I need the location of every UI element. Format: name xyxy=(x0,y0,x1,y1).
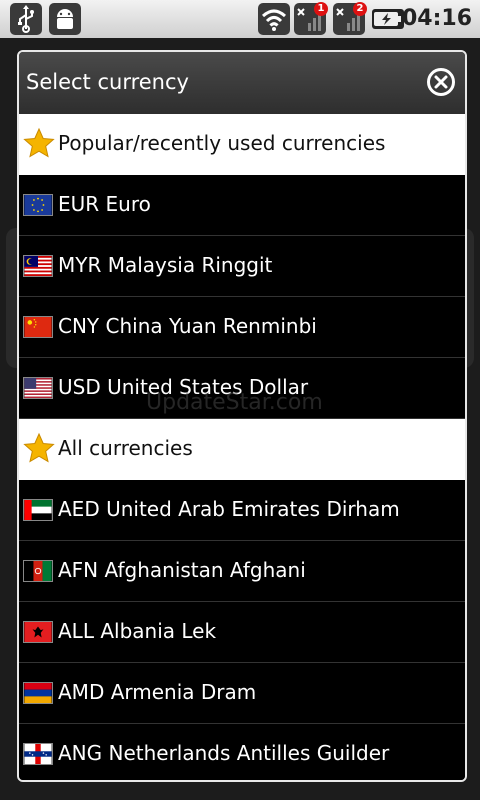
list-item-usd[interactable]: USD United States Dollar xyxy=(19,358,465,419)
signal-badge: 1 xyxy=(314,2,328,16)
armenia-flag-icon xyxy=(23,682,53,704)
currency-label: ALL Albania Lek xyxy=(58,619,217,643)
close-button[interactable] xyxy=(427,68,455,96)
currency-label: AMD Armenia Dram xyxy=(58,680,257,704)
eu-flag-icon xyxy=(23,194,53,216)
signal-badge: 2 xyxy=(353,2,367,16)
section-header-all: All currencies xyxy=(19,419,465,480)
signal-icon: 2 xyxy=(333,2,367,35)
currency-label: USD United States Dollar xyxy=(58,375,309,399)
currency-label: AED United Arab Emirates Dirham xyxy=(58,497,400,521)
battery-charging-icon xyxy=(372,9,404,29)
signal-icon: 1 xyxy=(294,2,328,35)
dialog-title: Select currency xyxy=(26,70,189,94)
close-icon xyxy=(434,75,448,89)
currency-list[interactable]: Popular/recently used currencies EUR Eur… xyxy=(19,114,465,780)
section-header-popular: Popular/recently used currencies xyxy=(19,114,465,175)
netherlands-antilles-flag-icon xyxy=(23,743,53,765)
star-icon xyxy=(23,127,55,158)
dialog-header: Select currency xyxy=(19,52,465,114)
currency-label: CNY China Yuan Renminbi xyxy=(58,314,317,338)
uae-flag-icon xyxy=(23,499,53,521)
currency-label: ANG Netherlands Antilles Guilder xyxy=(58,741,390,765)
usa-flag-icon xyxy=(23,377,53,399)
wifi-icon xyxy=(258,3,290,35)
status-bar: 1 2 04:16 xyxy=(0,0,480,38)
malaysia-flag-icon xyxy=(23,255,53,277)
currency-dialog: Select currency Popular/recently used cu… xyxy=(17,50,467,782)
section-label: All currencies xyxy=(58,436,193,460)
status-time: 04:16 xyxy=(401,6,472,31)
list-item-ang[interactable]: ANG Netherlands Antilles Guilder xyxy=(19,724,465,780)
list-item-cny[interactable]: CNY China Yuan Renminbi xyxy=(19,297,465,358)
android-debug-icon xyxy=(49,3,81,35)
currency-label: EUR Euro xyxy=(58,192,151,216)
list-item-all[interactable]: ALL Albania Lek xyxy=(19,602,465,663)
star-icon xyxy=(23,432,55,463)
albania-flag-icon xyxy=(23,621,53,643)
list-item-amd[interactable]: AMD Armenia Dram xyxy=(19,663,465,724)
china-flag-icon xyxy=(23,316,53,338)
currency-label: AFN Afghanistan Afghani xyxy=(58,558,306,582)
list-item-myr[interactable]: MYR Malaysia Ringgit xyxy=(19,236,465,297)
list-item-aed[interactable]: AED United Arab Emirates Dirham xyxy=(19,480,465,541)
section-label: Popular/recently used currencies xyxy=(58,131,386,155)
list-item-eur[interactable]: EUR Euro xyxy=(19,175,465,236)
currency-label: MYR Malaysia Ringgit xyxy=(58,253,273,277)
usb-icon xyxy=(10,3,42,35)
list-item-afn[interactable]: AFN Afghanistan Afghani xyxy=(19,541,465,602)
afghanistan-flag-icon xyxy=(23,560,53,582)
